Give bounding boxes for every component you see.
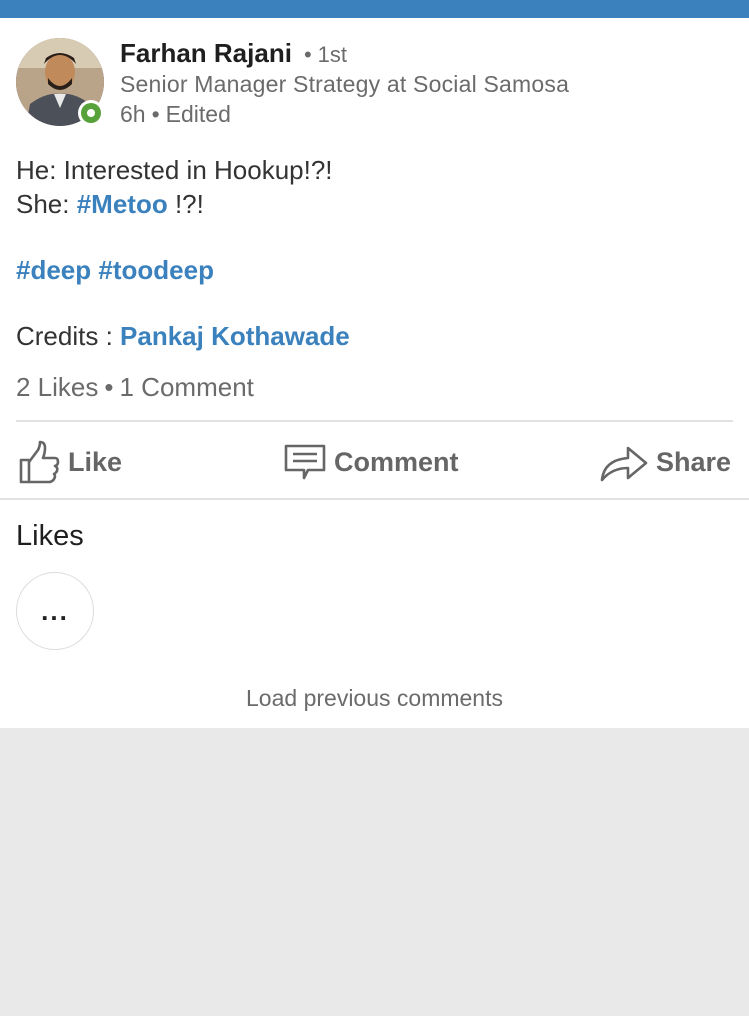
hashtag-link[interactable]: #deep xyxy=(16,255,91,285)
share-icon xyxy=(600,442,648,482)
post-text-line: She: #Metoo !?! xyxy=(16,189,204,220)
hashtags-line: #deep #toodeep xyxy=(16,255,214,286)
separator-dot: • xyxy=(151,101,160,127)
author-headline: Senior Manager Strategy at Social Samosa xyxy=(120,71,570,97)
author-name[interactable]: Farhan Rajani xyxy=(120,38,292,68)
social-counts: 2 Likes • 1 Comment xyxy=(16,372,254,403)
comments-count[interactable]: 1 Comment xyxy=(120,372,254,402)
share-label: Share xyxy=(656,446,732,477)
separator-dot: • xyxy=(104,372,114,402)
connection-degree-label: 1st xyxy=(317,42,347,67)
likes-section-title: Likes xyxy=(16,520,84,552)
post-meta: 6h • Edited xyxy=(120,101,231,128)
like-label: Like xyxy=(68,446,123,477)
comment-button[interactable]: Comment xyxy=(284,440,459,484)
more-likers-button[interactable]: ... xyxy=(16,572,94,650)
post-text-prefix: She: xyxy=(16,189,77,219)
likes-count[interactable]: 2 Likes xyxy=(16,372,98,402)
comment-icon xyxy=(284,442,326,482)
divider xyxy=(0,498,749,500)
credits-label: Credits : xyxy=(16,321,121,351)
thumbs-up-icon xyxy=(18,440,60,484)
comment-label: Comment xyxy=(334,446,459,477)
ellipsis-icon: ... xyxy=(41,595,69,626)
share-button[interactable]: Share xyxy=(600,440,731,484)
online-status-indicator xyxy=(78,100,104,126)
separator-dot: • xyxy=(303,42,312,67)
action-bar: Like Comment Share xyxy=(0,422,749,498)
hashtag-link[interactable]: #toodeep xyxy=(98,255,214,285)
top-bar xyxy=(0,0,749,18)
post-time: 6h xyxy=(120,101,146,127)
hashtag-link[interactable]: #Metoo xyxy=(77,189,168,219)
post-card: Farhan Rajani • 1st Senior Manager Strateg… xyxy=(0,18,749,728)
load-previous-comments-link[interactable]: Load previous comments xyxy=(0,685,749,712)
post-text-suffix: !?! xyxy=(167,189,204,219)
post-text-line: He: Interested in Hookup!?! xyxy=(16,155,333,185)
credits-line: Credits : Pankaj Kothawade xyxy=(16,321,350,352)
connection-degree: • 1st xyxy=(298,42,347,67)
mention-link[interactable]: Pankaj Kothawade xyxy=(120,321,350,351)
edited-label: Edited xyxy=(165,101,231,127)
like-button[interactable]: Like xyxy=(18,440,122,484)
